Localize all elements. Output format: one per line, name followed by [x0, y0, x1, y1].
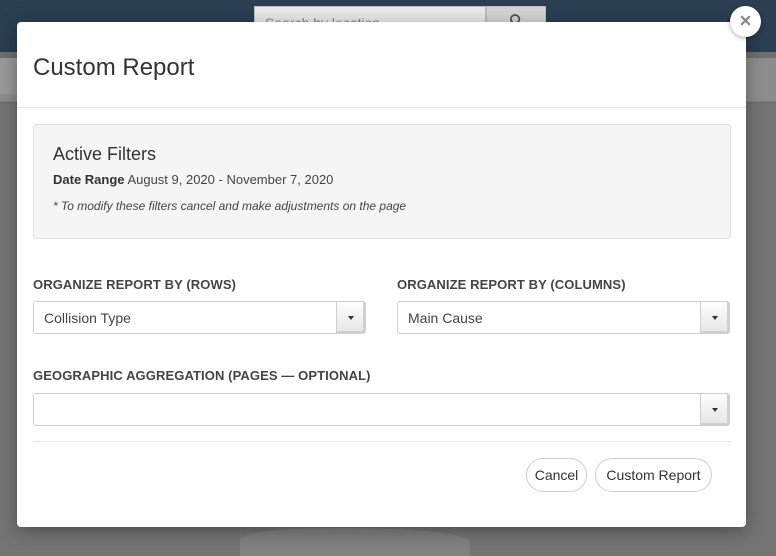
columns-select[interactable]: Main Cause	[397, 301, 730, 334]
close-button[interactable]	[730, 6, 761, 37]
date-range-line: Date Range August 9, 2020 - November 7, …	[53, 172, 730, 188]
date-range-label: Date Range	[53, 172, 125, 187]
columns-select-value: Main Cause	[408, 310, 483, 326]
dialog-header: Custom Report	[17, 22, 746, 108]
columns-select-toggle[interactable]	[700, 302, 729, 333]
dialog-title: Custom Report	[33, 54, 195, 81]
chevron-down-icon	[712, 315, 718, 320]
footer-divider	[33, 441, 731, 442]
background-map-shape	[240, 528, 470, 556]
geo-aggregation-select[interactable]	[33, 393, 730, 426]
active-filters-title: Active Filters	[53, 144, 157, 164]
geo-aggregation-label: GEOGRAPHIC AGGREGATION (PAGES — OPTIONAL…	[33, 368, 371, 383]
chevron-down-icon	[712, 407, 718, 412]
rows-select-value: Collision Type	[44, 310, 131, 326]
columns-label: ORGANIZE REPORT BY (COLUMNS)	[397, 277, 626, 292]
rows-label: ORGANIZE REPORT BY (ROWS)	[33, 277, 237, 292]
cancel-button[interactable]: Cancel	[526, 458, 587, 492]
chevron-down-icon	[348, 315, 354, 320]
rows-select-toggle[interactable]	[336, 302, 365, 333]
custom-report-button[interactable]: Custom Report	[595, 458, 712, 492]
active-filters-panel: Active Filters Date Range August 9, 2020…	[33, 124, 731, 239]
custom-report-dialog: Custom Report Active Filters Date Range …	[17, 22, 746, 527]
filters-note: * To modify these filters cancel and mak…	[53, 198, 407, 213]
background-tab	[0, 58, 18, 94]
close-icon	[740, 13, 751, 31]
date-range-value: August 9, 2020 - November 7, 2020	[127, 172, 334, 187]
rows-select[interactable]: Collision Type	[33, 301, 366, 334]
geo-aggregation-toggle[interactable]	[700, 394, 729, 425]
